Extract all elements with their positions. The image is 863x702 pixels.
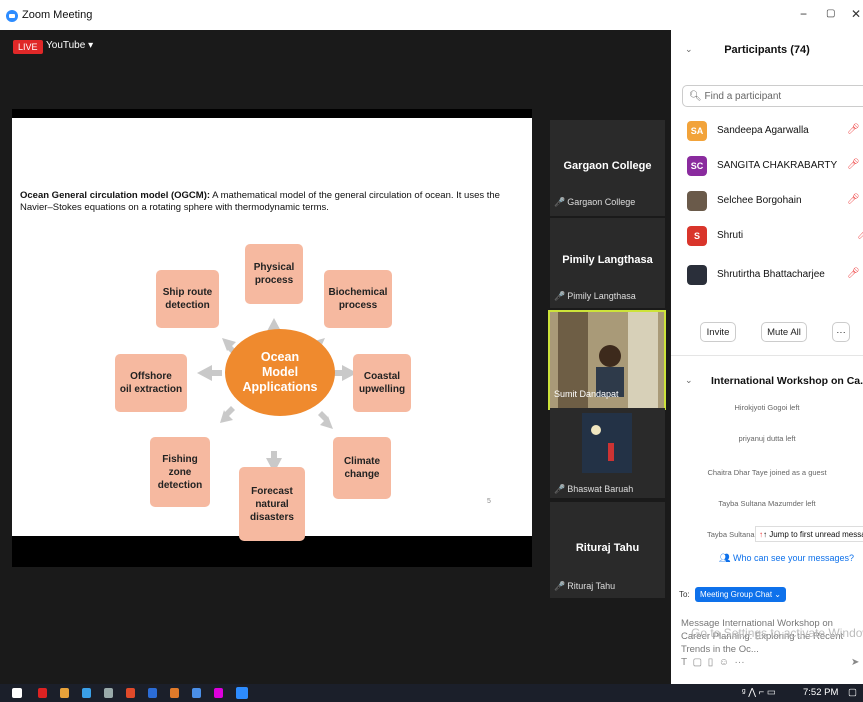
app-icon[interactable] — [126, 688, 135, 698]
minimize-button[interactable]: − — [800, 7, 807, 21]
chat-message: Chaitra Dhar Taye joined as a guest — [707, 468, 827, 477]
muted-mic-icon: 🎤 — [554, 581, 566, 591]
windows-activation-watermark: Go to Settings to activate Windows. — [691, 626, 863, 640]
chat-message: Hirokjyoti Gogoi left — [734, 403, 800, 412]
muted-mic-icon: 🎤 — [554, 197, 566, 207]
avatar: SC — [687, 156, 707, 176]
avatar: S — [687, 226, 707, 246]
window-title: Zoom Meeting — [22, 9, 93, 21]
video-tile-active-speaker[interactable]: Sumit Dandapat — [548, 310, 666, 410]
avatar: SA — [687, 121, 707, 141]
to-label: To: — [679, 590, 690, 599]
participant-name: Shrutirtha Bhattacharjee — [717, 269, 825, 280]
box-biochemical: Biochemical process — [324, 270, 392, 328]
app-icon[interactable] — [60, 688, 69, 698]
who-can-see-link[interactable]: 👥︎ Who can see your messages? — [719, 553, 854, 564]
format-icon[interactable]: T — [681, 657, 687, 668]
search-icon: 🔍︎ — [689, 91, 702, 102]
zoom-logo-icon — [6, 10, 18, 22]
chat-message: Tayba Sultana Mazumder left — [718, 499, 816, 508]
arrow-down-right — [318, 411, 333, 429]
more-icon[interactable]: ··· — [735, 657, 745, 668]
tile-label: Sumit Dandapat — [554, 389, 619, 399]
participant-name: SANGITA CHAKRABARTY — [717, 160, 838, 171]
more-options-button[interactable]: ··· — [832, 322, 850, 342]
chat-message: Tayba Sultana — [707, 530, 755, 539]
avatar — [687, 265, 707, 285]
file-icon[interactable]: ▯ — [708, 657, 714, 668]
restore-button[interactable]: ▢ — [826, 8, 835, 19]
app-icon[interactable] — [170, 688, 179, 698]
participant-name: Sandeepa Agarwalla — [717, 125, 809, 136]
people-icon: 👥︎ — [719, 553, 731, 563]
word-icon[interactable] — [148, 688, 157, 698]
file-explorer-icon[interactable] — [82, 688, 91, 698]
box-ship-route: Ship route detection — [156, 270, 219, 328]
video-tile[interactable]: Gargaon College 🎤 Gargaon College — [550, 120, 665, 216]
chat-collapse-icon[interactable]: ⌄ — [685, 375, 693, 386]
tile-label: 🎤 Rituraj Tahu — [554, 581, 616, 591]
participant-name: Shruti — [717, 230, 744, 241]
box-physical-process: Physical process — [245, 244, 303, 304]
live-badge[interactable]: LIVE — [13, 40, 43, 54]
muted-mic-video-off-icon[interactable]: 🎤︎ ▭ — [847, 159, 863, 170]
muted-mic-icon[interactable]: 🎤︎ — [857, 229, 863, 240]
side-panel: ⌄ Participants (74) 🔍︎ Find a participan… — [671, 30, 863, 684]
tile-label: 🎤 Gargaon College — [554, 197, 636, 207]
divider — [671, 355, 863, 356]
app-icon[interactable] — [192, 688, 201, 698]
notifications-icon[interactable]: ▢ — [848, 687, 857, 698]
video-tile[interactable]: Rituraj Tahu 🎤 Rituraj Tahu — [550, 502, 665, 598]
participant-search-input[interactable]: 🔍︎ Find a participant — [682, 85, 863, 107]
tile-name: Pimily Langthasa — [562, 254, 653, 266]
windows-taskbar: ᵍ ⋀ ⌐ ▭ 7:52 PM ▢ — [0, 684, 863, 702]
muted-mic-video-off-icon[interactable]: 🎤︎ ▭ — [847, 194, 863, 205]
opera-icon[interactable] — [38, 688, 47, 698]
invite-button[interactable]: Invite — [700, 322, 736, 342]
chat-message: priyanuj dutta left — [738, 434, 796, 443]
screenshot-icon[interactable]: ▢ — [693, 657, 702, 668]
chat-title: International Workshop on Ca... — [711, 375, 863, 387]
participants-title: Participants (74) — [724, 44, 810, 56]
emoji-icon[interactable]: ☺ — [719, 657, 729, 668]
app-icon[interactable] — [214, 688, 223, 698]
video-tile[interactable]: Pimily Langthasa 🎤 Pimily Langthasa — [550, 218, 665, 308]
recipient-dropdown[interactable]: Meeting Group Chat ⌄ — [695, 587, 786, 602]
muted-mic-icon: 🎤 — [554, 484, 566, 494]
app-icon[interactable] — [104, 688, 113, 698]
zoom-taskbar-icon[interactable] — [236, 687, 248, 699]
title-bar: Zoom Meeting − ▢ ✕ — [0, 0, 863, 30]
box-forecast: Forecast natural disasters — [239, 467, 305, 541]
chat-toolbar: T ▢ ▯ ☺ ··· — [681, 657, 745, 668]
box-coastal: Coastal upwelling — [353, 354, 411, 412]
tile-label: 🎤 Pimily Langthasa — [554, 291, 636, 301]
slide-number: 5 — [487, 498, 491, 505]
box-fishing: Fishing zone detection — [150, 437, 210, 507]
send-icon[interactable]: ➤ — [851, 657, 859, 668]
youtube-dropdown[interactable]: YouTube ▾ — [46, 40, 93, 51]
tile-name: Rituraj Tahu — [575, 542, 640, 554]
tray-icons[interactable]: ᵍ ⋀ ⌐ ▭ — [742, 687, 776, 698]
mute-all-button[interactable]: Mute All — [761, 322, 807, 342]
close-button[interactable]: ✕ — [851, 7, 861, 21]
diagram-center: Ocean Model Applications — [225, 329, 335, 416]
arrow-down-left — [220, 406, 235, 423]
arrow-left — [197, 365, 222, 381]
windows-start-icon[interactable] — [12, 688, 22, 698]
presentation-slide: Ocean General circulation model (OGCM): … — [12, 118, 532, 541]
muted-mic-video-off-icon[interactable]: 🎤︎ ▭ — [847, 124, 863, 135]
tile-name: Gargaon College — [563, 160, 652, 172]
box-climate: Climate change — [333, 437, 391, 499]
muted-mic-video-off-icon[interactable]: 🎤︎ ▭ — [847, 268, 863, 279]
muted-mic-icon: 🎤 — [554, 291, 566, 301]
participant-name: Selchee Borgohain — [717, 195, 802, 206]
box-offshore: Offshore oil extraction — [115, 354, 187, 412]
jump-to-unread-button[interactable]: ↑↑ Jump to first unread message — [755, 526, 863, 542]
tile-label: 🎤 Bhaswat Baruah — [554, 484, 634, 494]
clock[interactable]: 7:52 PM — [803, 687, 838, 698]
video-tile[interactable]: 🎤 Bhaswat Baruah — [550, 408, 665, 498]
avatar — [687, 191, 707, 211]
